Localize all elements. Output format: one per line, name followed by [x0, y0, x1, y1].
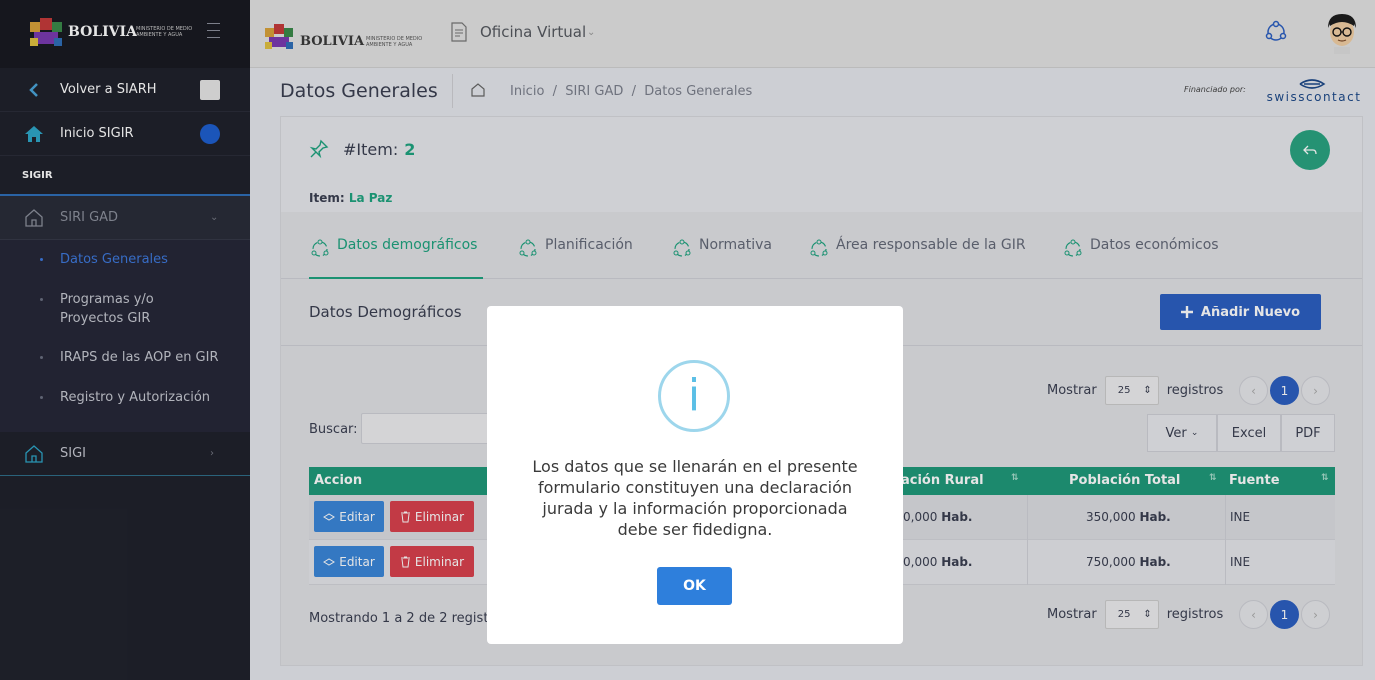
info-icon: i: [658, 360, 730, 432]
alert-dialog: i Los datos que se llenarán en el presen…: [487, 306, 903, 644]
ok-button[interactable]: OK: [657, 567, 732, 605]
dialog-message: Los datos que se llenarán en el presente…: [532, 457, 858, 539]
